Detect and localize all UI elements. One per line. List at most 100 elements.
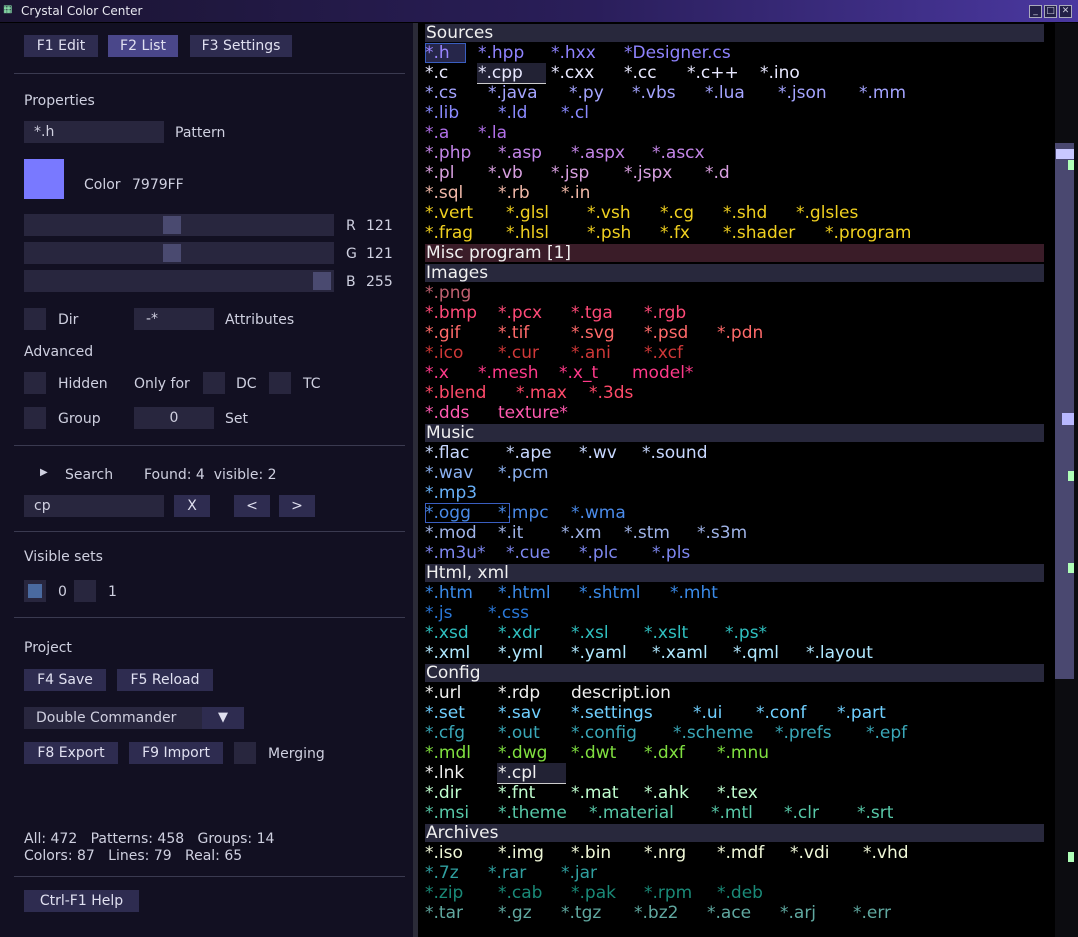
pattern-token[interactable]: *.flac [425, 443, 469, 463]
pattern-token[interactable]: *.ino [760, 63, 800, 83]
pattern-token[interactable]: *.hpp [478, 43, 524, 63]
pattern-token[interactable]: *.psd [644, 323, 688, 343]
pattern-token[interactable]: *.dds [425, 403, 469, 423]
pattern-token[interactable]: *.vhd [863, 843, 909, 863]
pattern-token[interactable]: *.pcm [498, 463, 549, 483]
reload-button[interactable]: F5 Reload [117, 669, 213, 691]
attributes-input[interactable]: -* [134, 308, 214, 330]
pattern-token[interactable]: *.out [498, 723, 540, 743]
pattern-token[interactable]: *.svg [571, 323, 615, 343]
pattern-token[interactable]: *.7z [425, 863, 459, 883]
pattern-token[interactable]: *.lnk [425, 763, 464, 783]
pattern-token[interactable]: *.json [778, 83, 827, 103]
pattern-token[interactable]: *.pl [425, 163, 454, 183]
pattern-token[interactable]: *.aspx [571, 143, 625, 163]
pattern-token[interactable]: *.3ds [589, 383, 633, 403]
pattern-token[interactable]: *.m3u* [425, 543, 486, 563]
merging-checkbox[interactable] [234, 742, 256, 764]
pattern-token[interactable]: *.vsh [587, 203, 631, 223]
pattern-input[interactable]: *.h [24, 121, 164, 143]
pattern-token[interactable]: *.bmp [425, 303, 477, 323]
pattern-token[interactable]: *.mp3 [425, 483, 477, 503]
pattern-token[interactable]: *.deb [717, 883, 763, 903]
pattern-token[interactable]: *.shtml [579, 583, 640, 603]
pattern-token[interactable]: *.h [425, 43, 450, 63]
pattern-token[interactable]: *.fx [660, 223, 690, 243]
dc-checkbox[interactable] [203, 372, 225, 394]
pattern-token[interactable]: *.cl [561, 103, 589, 123]
blue-slider[interactable] [24, 270, 334, 292]
pattern-token[interactable]: *.rdp [498, 683, 540, 703]
pattern-token[interactable]: *.config [571, 723, 637, 743]
pattern-token[interactable]: *.rpm [644, 883, 692, 903]
pattern-token[interactable]: *.ld [498, 103, 527, 123]
pattern-token[interactable]: *.max [516, 383, 567, 403]
pattern-token[interactable]: *.ascx [652, 143, 705, 163]
pattern-token[interactable]: *.glsles [796, 203, 858, 223]
pattern-token[interactable]: *.iso [425, 843, 463, 863]
pattern-token[interactable]: *.html [498, 583, 551, 603]
pattern-token[interactable]: *.cfg [425, 723, 465, 743]
pattern-token[interactable]: *.srt [857, 803, 893, 823]
pattern-token[interactable]: *.fnt [498, 783, 535, 803]
pattern-token[interactable]: *.pak [571, 883, 616, 903]
pattern-token[interactable]: *.blend [425, 383, 486, 403]
pattern-token[interactable]: *.xsl [571, 623, 609, 643]
pattern-token[interactable]: *.sound [642, 443, 708, 463]
search-expand-icon[interactable]: ▶ [40, 467, 48, 478]
pattern-token[interactable]: *.la [478, 123, 507, 143]
pattern-token[interactable]: *.wv [579, 443, 617, 463]
pattern-token[interactable]: *.conf [756, 703, 806, 723]
maximize-button[interactable]: □ [1044, 5, 1057, 18]
pattern-token[interactable]: *.d [705, 163, 730, 183]
pattern-token[interactable]: *.a [425, 123, 449, 143]
pattern-token[interactable]: *.mdl [425, 743, 471, 763]
tab-edit[interactable]: F1 Edit [24, 35, 98, 57]
pattern-token[interactable]: *.shader [723, 223, 795, 243]
pattern-token[interactable]: *.c++ [687, 63, 739, 83]
pattern-token[interactable]: *.dwt [571, 743, 616, 763]
pattern-token[interactable]: *.png [425, 283, 471, 303]
pattern-token[interactable]: *.sql [425, 183, 463, 203]
pattern-token[interactable]: *.ps* [725, 623, 767, 643]
pattern-token[interactable]: *.ogg [425, 503, 471, 523]
prev-match-button[interactable]: < [234, 495, 270, 517]
red-slider[interactable] [24, 214, 334, 236]
pattern-token[interactable]: *.cab [498, 883, 542, 903]
pattern-token[interactable]: *.ico [425, 343, 463, 363]
pattern-token[interactable]: *.epf [866, 723, 907, 743]
pattern-token[interactable]: *.tif [498, 323, 529, 343]
blue-slider-thumb[interactable] [313, 272, 331, 290]
pattern-token[interactable]: *.psh [587, 223, 631, 243]
minimize-button[interactable]: _ [1029, 5, 1042, 18]
close-button[interactable]: ✕ [1059, 5, 1072, 18]
pattern-token[interactable]: *.gif [425, 323, 460, 343]
pattern-token[interactable]: *.wav [425, 463, 473, 483]
pattern-token[interactable]: *.program [825, 223, 911, 243]
pattern-token[interactable]: *.vb [488, 163, 523, 183]
pattern-token[interactable]: *.mht [670, 583, 718, 603]
section-header[interactable]: Music [425, 424, 1044, 442]
hidden-checkbox[interactable] [24, 372, 46, 394]
pattern-token[interactable]: *.layout [806, 643, 873, 663]
pattern-token[interactable]: *.xdr [498, 623, 540, 643]
pattern-token[interactable]: *.mpc [498, 503, 549, 523]
pattern-token[interactable]: *.lua [705, 83, 745, 103]
pattern-token[interactable]: texture* [498, 403, 568, 423]
pattern-token[interactable]: *.url [425, 683, 461, 703]
pattern-token[interactable]: *.rar [488, 863, 526, 883]
pattern-token[interactable]: model* [632, 363, 693, 383]
green-slider-thumb[interactable] [163, 244, 181, 262]
pattern-token[interactable]: *.arj [780, 903, 816, 923]
color-swatch[interactable] [24, 159, 64, 199]
pattern-token[interactable]: *.stm [624, 523, 670, 543]
pattern-token[interactable]: *.rb [498, 183, 530, 203]
pattern-token[interactable]: *.asp [498, 143, 542, 163]
vertical-scrollbar[interactable] [1055, 23, 1078, 937]
pattern-token[interactable]: *.mm [859, 83, 906, 103]
section-header[interactable]: Misc program [1] [425, 244, 1044, 262]
pattern-token[interactable]: *.img [498, 843, 544, 863]
set-1-checkbox[interactable] [74, 580, 96, 602]
pattern-token[interactable]: *.cur [498, 343, 539, 363]
pattern-token[interactable]: *.wma [571, 503, 626, 523]
